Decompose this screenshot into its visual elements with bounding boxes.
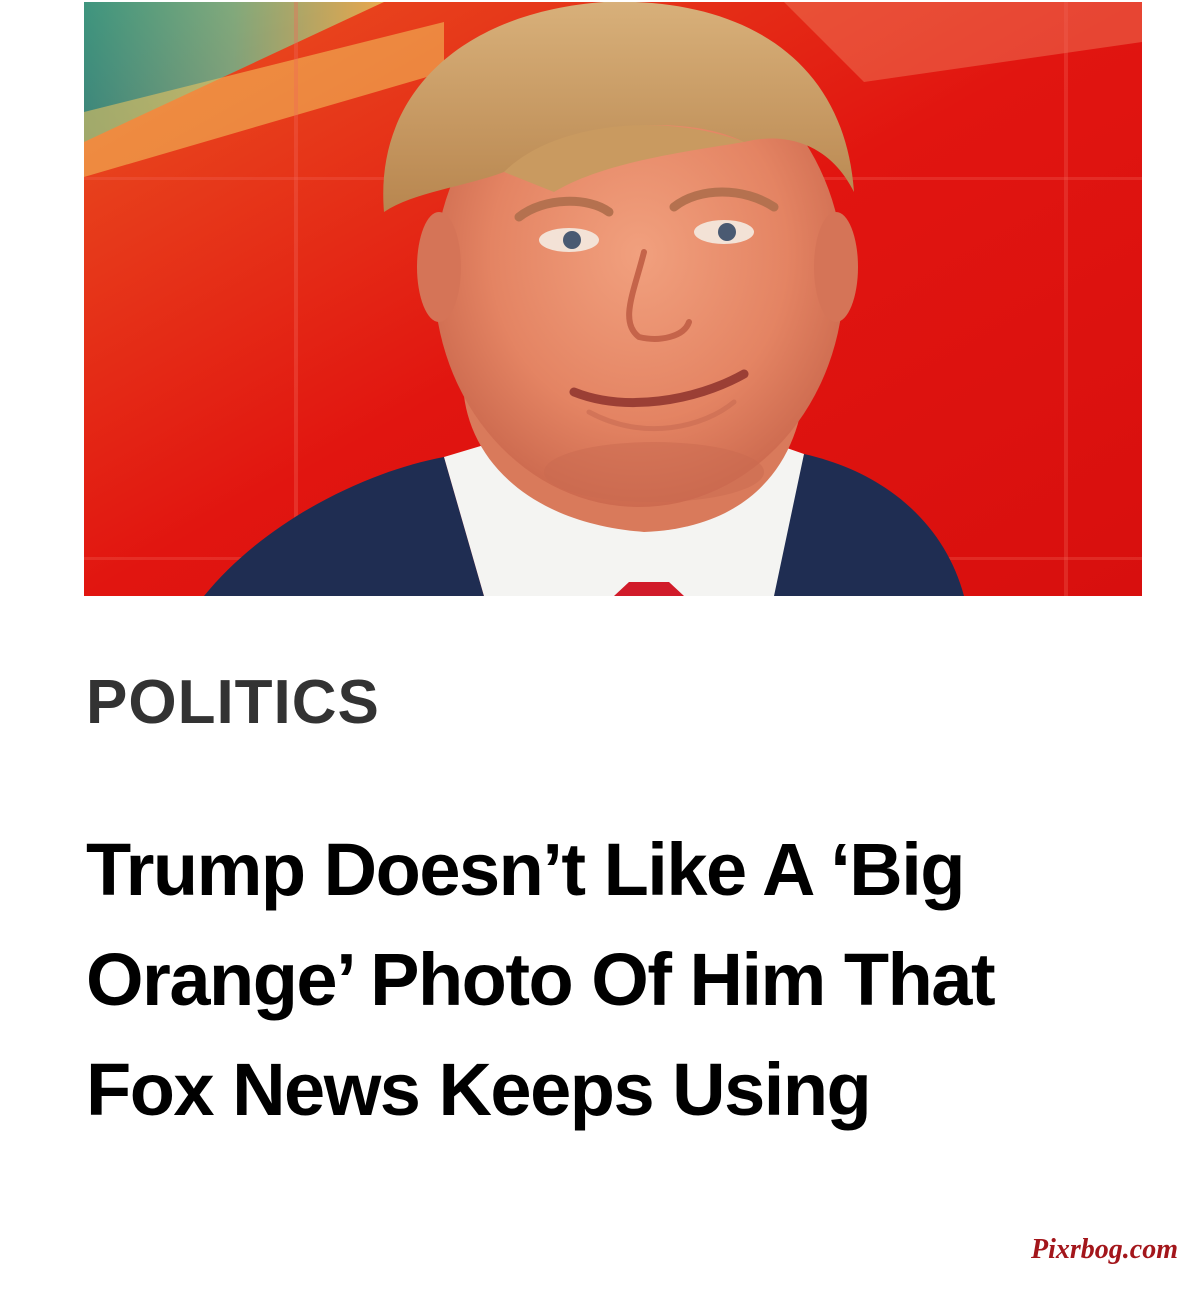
article-headline[interactable]: Trump Doesn’t Like A ‘Big Orange’ Photo …	[86, 815, 1126, 1145]
category-label[interactable]: POLITICS	[86, 672, 380, 734]
watermark: Pixrbog.com	[1031, 1234, 1178, 1265]
portrait-photo	[84, 2, 1142, 596]
article-hero-image[interactable]	[84, 2, 1142, 596]
